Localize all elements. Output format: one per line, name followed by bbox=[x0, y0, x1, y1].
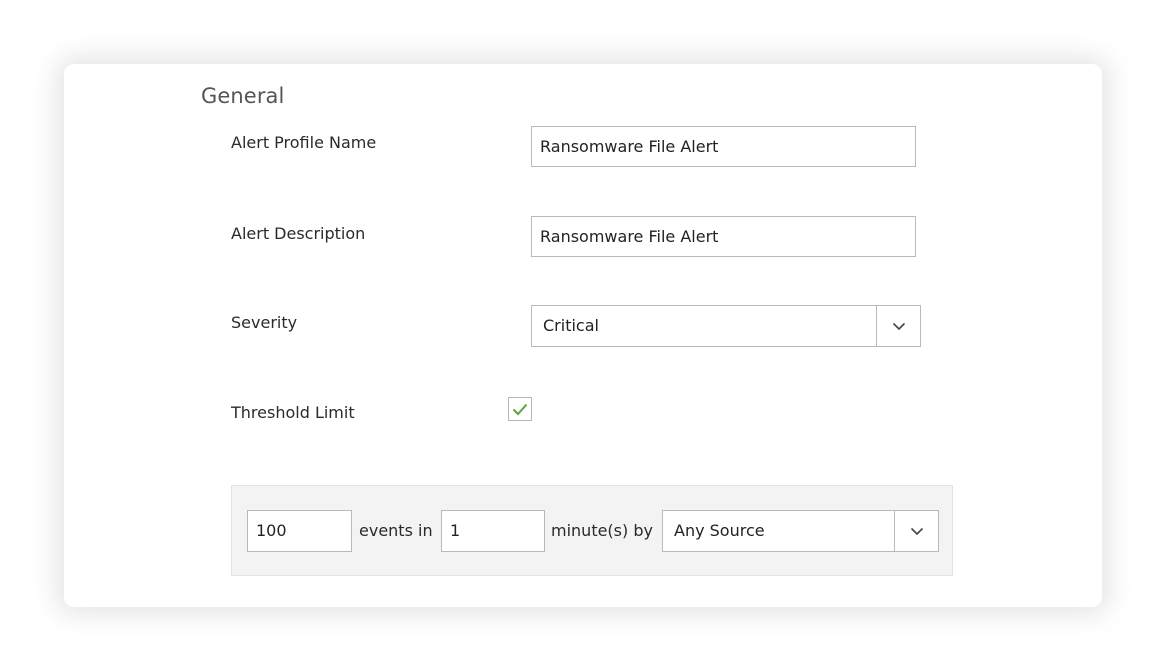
severity-select[interactable]: Critical bbox=[531, 305, 921, 347]
source-select[interactable]: Any Source bbox=[662, 510, 939, 552]
chevron-down-icon bbox=[892, 322, 905, 330]
threshold-limit-checkbox[interactable] bbox=[508, 397, 532, 421]
alert-description-input[interactable]: Ransomware File Alert bbox=[531, 216, 916, 257]
check-icon bbox=[512, 403, 528, 415]
page: General Alert Profile Name Ransomware Fi… bbox=[0, 0, 1167, 672]
minutes-by-label: minute(s) by bbox=[551, 521, 653, 540]
severity-selected-value: Critical bbox=[543, 316, 599, 335]
alert-profile-name-input[interactable]: Ransomware File Alert bbox=[531, 126, 916, 167]
severity-label: Severity bbox=[231, 313, 298, 332]
severity-dropdown-toggle[interactable] bbox=[876, 306, 920, 346]
source-dropdown-toggle[interactable] bbox=[894, 511, 938, 551]
alert-description-label: Alert Description bbox=[231, 224, 366, 243]
chevron-down-icon bbox=[910, 527, 923, 535]
event-count-input[interactable]: 100 bbox=[247, 510, 352, 552]
threshold-limit-label: Threshold Limit bbox=[231, 403, 355, 422]
alert-profile-name-label: Alert Profile Name bbox=[231, 133, 377, 152]
threshold-rule-panel: 100 events in 1 minute(s) by Any Source bbox=[231, 485, 953, 576]
source-selected-value: Any Source bbox=[674, 521, 765, 540]
general-settings-card: General Alert Profile Name Ransomware Fi… bbox=[64, 64, 1102, 607]
events-in-label: events in bbox=[359, 521, 433, 540]
minutes-input[interactable]: 1 bbox=[441, 510, 545, 552]
section-title: General bbox=[201, 84, 285, 108]
